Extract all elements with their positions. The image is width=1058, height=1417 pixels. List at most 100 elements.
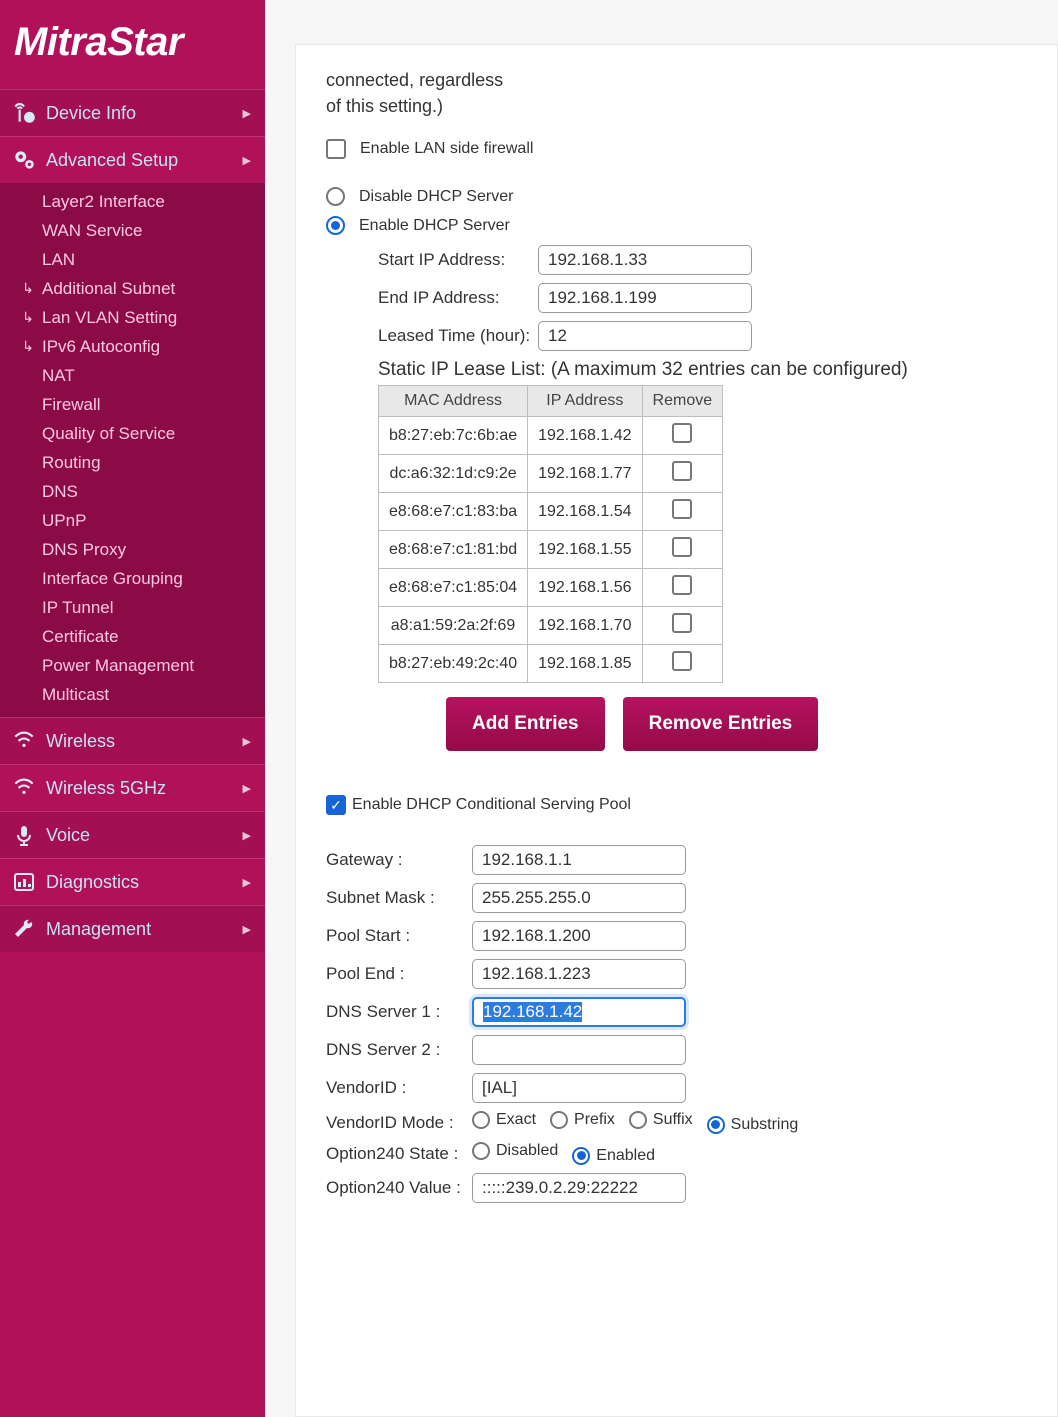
vendormode-option[interactable]: Suffix [629,1111,693,1129]
vendormode-option[interactable]: Substring [707,1116,799,1134]
sidebar-sub-item[interactable]: ↳Lan VLAN Setting [0,303,265,332]
opt240state-radio-label: Enabled [596,1147,655,1165]
add-entries-button[interactable]: Add Entries [446,697,605,751]
sidebar-item-voice[interactable]: Voice ▶ [0,811,265,858]
lease-remove-checkbox[interactable] [672,499,692,519]
cond-pool-enable-label: Enable DHCP Conditional Serving Pool [352,796,631,814]
table-row: a8:a1:59:2a:2f:69192.168.1.70 [379,607,723,645]
wireless-icon [10,774,38,802]
poolend-input[interactable] [472,959,686,989]
sidebar-sub-item[interactable]: Interface Grouping [0,564,265,593]
opt240value-input[interactable] [472,1173,686,1203]
vendormode-option[interactable]: Exact [472,1111,536,1129]
sidebar-sub-label: Layer2 Interface [42,192,165,212]
vendormode-radio[interactable] [550,1111,568,1129]
sidebar-sub-item[interactable]: IP Tunnel [0,593,265,622]
static-lease-table: MAC Address IP Address Remove b8:27:eb:7… [378,385,723,683]
sidebar-sub-label: Interface Grouping [42,569,183,589]
sidebar-item-advanced-setup[interactable]: Advanced Setup ▶ [0,136,265,183]
sidebar-sub-item[interactable]: ↳IPv6 Autoconfig [0,332,265,361]
lease-input[interactable] [538,321,752,351]
sidebar-sub-item[interactable]: DNS [0,477,265,506]
cond-pool-fields: Gateway : Subnet Mask : Pool Start : Poo… [326,845,1047,1203]
sidebar-filler [0,952,265,1417]
sidebar-sub-label: Quality of Service [42,424,175,444]
microphone-icon [10,821,38,849]
sidebar-sub-item[interactable]: DNS Proxy [0,535,265,564]
sidebar-sub-item[interactable]: NAT [0,361,265,390]
opt240state-radio[interactable] [472,1142,490,1160]
bar-chart-icon [10,868,38,896]
lease-remove-checkbox[interactable] [672,651,692,671]
lease-remove-checkbox[interactable] [672,423,692,443]
opt240state-option[interactable]: Enabled [572,1147,655,1165]
vendorid-label: VendorID : [326,1078,472,1098]
dhcp-disable-radio[interactable] [326,187,345,206]
sidebar-sub-item[interactable]: Routing [0,448,265,477]
lan-firewall-checkbox[interactable] [326,139,346,159]
lease-ip: 192.168.1.42 [528,417,642,455]
cond-pool-enable-checkbox[interactable]: ✓ [326,795,346,815]
subnet-input[interactable] [472,883,686,913]
vendormode-radio-label: Suffix [653,1111,693,1129]
lease-ip: 192.168.1.54 [528,493,642,531]
lease-remove-checkbox[interactable] [672,537,692,557]
content-card: connected, regardless of this setting.) … [295,44,1058,1417]
lease-mac: e8:68:e7:c1:83:ba [379,493,528,531]
lease-ip: 192.168.1.56 [528,569,642,607]
gateway-input[interactable] [472,845,686,875]
sidebar-item-wireless-5ghz[interactable]: Wireless 5GHz ▶ [0,764,265,811]
sidebar-item-diagnostics[interactable]: Diagnostics ▶ [0,858,265,905]
poolstart-input[interactable] [472,921,686,951]
sidebar-item-management[interactable]: Management ▶ [0,905,265,952]
sidebar-item-label: Device Info [46,103,243,124]
sidebar-sub-item[interactable]: WAN Service [0,216,265,245]
table-row: e8:68:e7:c1:85:04192.168.1.56 [379,569,723,607]
remove-entries-button[interactable]: Remove Entries [623,697,819,751]
subnet-label: Subnet Mask : [326,888,472,908]
sidebar-sub-item[interactable]: Firewall [0,390,265,419]
opt240state-option[interactable]: Disabled [472,1142,558,1160]
start-ip-input[interactable] [538,245,752,275]
chevron-right-icon: ▶ [243,107,251,120]
sidebar-item-label: Management [46,919,243,940]
opt240state-radio[interactable] [572,1147,590,1165]
sidebar-sub-item[interactable]: LAN [0,245,265,274]
dns1-input[interactable] [472,997,686,1027]
sidebar-sub-label: Lan VLAN Setting [42,308,177,328]
sidebar-sub-item[interactable]: Certificate [0,622,265,651]
sidebar-sub-item[interactable]: Quality of Service [0,419,265,448]
dns2-label: DNS Server 2 : [326,1040,472,1060]
vendorid-input[interactable] [472,1073,686,1103]
lease-remove-checkbox[interactable] [672,575,692,595]
cond-pool-section: ✓ Enable DHCP Conditional Serving Pool G… [326,795,1047,1203]
lease-remove-cell [642,569,723,607]
sidebar-sub-label: Routing [42,453,101,473]
lease-mac: b8:27:eb:7c:6b:ae [379,417,528,455]
dhcp-enable-radio[interactable] [326,216,345,235]
opt240state-label: Option240 State : [326,1144,472,1164]
table-row: b8:27:eb:49:2c:40192.168.1.85 [379,645,723,683]
vendormode-option[interactable]: Prefix [550,1111,615,1129]
sidebar-item-device-info[interactable]: i Device Info ▶ [0,89,265,136]
vendormode-radio[interactable] [472,1111,490,1129]
vendormode-radio[interactable] [707,1116,725,1134]
sidebar-sub-item[interactable]: UPnP [0,506,265,535]
sidebar-sub-item[interactable]: ↳Additional Subnet [0,274,265,303]
table-row: e8:68:e7:c1:81:bd192.168.1.55 [379,531,723,569]
sidebar-sub-item[interactable]: Power Management [0,651,265,680]
end-ip-input[interactable] [538,283,752,313]
lease-remove-checkbox[interactable] [672,461,692,481]
sidebar-sub-item[interactable]: Multicast [0,680,265,709]
lease-remove-cell [642,455,723,493]
wireless-icon [10,727,38,755]
sidebar-sub-item[interactable]: Layer2 Interface [0,187,265,216]
vendormode-radio[interactable] [629,1111,647,1129]
lease-col-mac: MAC Address [379,386,528,417]
dns2-input[interactable] [472,1035,686,1065]
lease-remove-checkbox[interactable] [672,613,692,633]
poolstart-label: Pool Start : [326,926,472,946]
sidebar-sub-label: IP Tunnel [42,598,114,618]
sidebar-item-wireless[interactable]: Wireless ▶ [0,717,265,764]
start-ip-label: Start IP Address: [378,250,538,270]
